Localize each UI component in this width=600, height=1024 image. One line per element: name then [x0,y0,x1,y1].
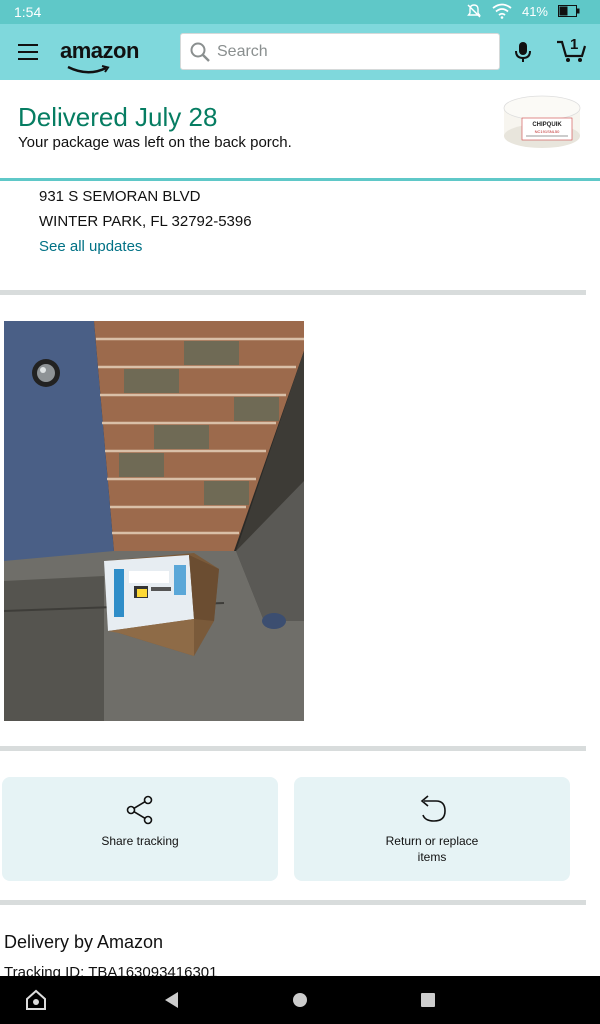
address-line-1: 931 S SEMORAN BLVD [39,188,201,205]
amazon-logo[interactable]: amazon [60,38,139,64]
menu-bar [18,51,38,53]
address-line-2: WINTER PARK, FL 32792-5396 [39,213,252,230]
delivery-photo[interactable] [4,321,304,721]
battery-icon [558,5,580,17]
delivered-title: Delivered July 28 [18,102,218,132]
cart-count: 1 [570,36,579,53]
menu-bar [18,58,38,60]
status-time: 1:54 [14,4,42,20]
section-divider [0,746,586,751]
wifi-icon [492,3,512,19]
delivery-carrier-heading: Delivery by Amazon [4,932,164,952]
delivery-status-panel: Delivered July 28 Your package was left … [0,80,600,181]
return-icon [420,795,446,822]
share-tracking-label: Share tracking [101,834,179,848]
return-replace-label: Return or replace items [385,834,479,864]
search-input[interactable] [217,42,497,61]
section-divider [0,900,586,905]
delivered-subtitle: Your package was left on the back porch. [18,134,292,151]
amazon-smile-icon [67,65,110,74]
battery-percent: 41% [521,3,548,19]
product-code: NC191SNL50 [535,129,560,134]
status-icons: 41% [466,3,580,19]
notifications-off-icon [467,4,481,18]
home-shortcut-icon[interactable] [24,988,48,1012]
section-divider [0,290,586,295]
status-bar: 1:54 41% [0,0,600,24]
microphone-icon[interactable] [513,40,533,64]
share-icon [126,795,153,825]
product-thumbnail[interactable]: CHIPQUIK NC191SNL50 [500,86,584,158]
search-box[interactable] [180,33,500,70]
back-icon[interactable] [162,988,182,1012]
share-tracking-button[interactable]: Share tracking [2,777,278,881]
search-icon [190,42,210,62]
menu-bar [18,44,38,46]
recents-icon[interactable] [418,988,438,1012]
see-all-updates-link[interactable]: See all updates [39,238,142,255]
menu-button[interactable] [18,44,38,60]
app-header: amazon 1 [0,24,600,80]
home-icon[interactable] [290,988,310,1012]
return-replace-button[interactable]: Return or replace items [294,777,570,881]
product-label: CHIPQUIK [532,122,562,128]
system-nav-bar [0,976,600,1024]
